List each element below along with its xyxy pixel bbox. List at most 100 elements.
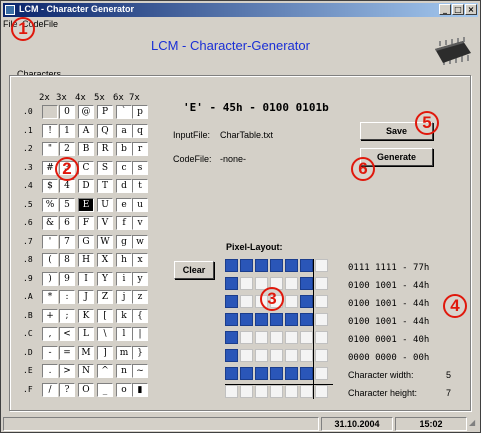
- char-cell[interactable]: |: [132, 327, 148, 341]
- char-cell[interactable]: e: [116, 197, 132, 212]
- char-cell[interactable]: x: [132, 253, 148, 267]
- char-cell[interactable]: @: [78, 105, 94, 119]
- pixel-cell[interactable]: [225, 367, 238, 380]
- char-cell[interactable]: ': [42, 234, 58, 249]
- pixel-cell[interactable]: [255, 313, 268, 326]
- char-cell[interactable]: `: [116, 105, 132, 119]
- char-cell[interactable]: 0: [59, 105, 75, 119]
- pixel-cell[interactable]: [300, 295, 313, 308]
- char-cell[interactable]: <: [59, 327, 75, 341]
- pixel-cell[interactable]: [315, 367, 328, 380]
- char-cell[interactable]: 6: [59, 216, 75, 230]
- char-cell[interactable]: ": [42, 142, 58, 156]
- pixel-grid[interactable]: [225, 259, 333, 401]
- pixel-cell[interactable]: [300, 331, 313, 344]
- char-cell[interactable]: Q: [97, 123, 113, 138]
- char-cell[interactable]: _: [97, 382, 113, 397]
- char-cell[interactable]: 2: [59, 142, 75, 156]
- pixel-cell[interactable]: [255, 331, 268, 344]
- pixel-cell[interactable]: [270, 367, 283, 380]
- char-cell[interactable]: G: [78, 234, 94, 249]
- char-cell[interactable]: 8: [59, 253, 75, 267]
- pixel-cell[interactable]: [240, 385, 253, 398]
- pixel-cell[interactable]: [255, 259, 268, 272]
- char-cell[interactable]: [: [97, 308, 113, 323]
- char-cell[interactable]: f: [116, 216, 132, 230]
- char-cell[interactable]: i: [116, 271, 132, 286]
- pixel-cell[interactable]: [255, 367, 268, 380]
- char-cell[interactable]: V: [97, 216, 113, 230]
- char-cell[interactable]: \: [97, 327, 113, 341]
- char-cell[interactable]: =: [59, 345, 75, 360]
- char-cell[interactable]: a: [116, 123, 132, 138]
- pixel-cell[interactable]: [300, 367, 313, 380]
- char-cell[interactable]: u: [132, 197, 148, 212]
- char-cell[interactable]: -: [42, 345, 58, 360]
- char-cell[interactable]: w: [132, 234, 148, 249]
- char-cell[interactable]: t: [132, 179, 148, 193]
- pixel-cell[interactable]: [240, 277, 253, 290]
- pixel-cell[interactable]: [285, 259, 298, 272]
- char-cell[interactable]: ▮: [132, 382, 148, 397]
- char-cell[interactable]: k: [116, 308, 132, 323]
- pixel-cell[interactable]: [300, 259, 313, 272]
- pixel-cell[interactable]: [225, 295, 238, 308]
- pixel-cell[interactable]: [285, 295, 298, 308]
- pixel-cell[interactable]: [285, 367, 298, 380]
- char-cell[interactable]: >: [59, 364, 75, 378]
- char-cell[interactable]: P: [97, 105, 113, 119]
- char-cell[interactable]: E: [78, 197, 94, 212]
- pixel-cell[interactable]: [315, 349, 328, 362]
- char-cell[interactable]: J: [78, 290, 94, 304]
- char-cell[interactable]: ,: [42, 327, 58, 341]
- pixel-cell[interactable]: [225, 313, 238, 326]
- pixel-cell[interactable]: [240, 331, 253, 344]
- char-cell[interactable]: Y: [97, 271, 113, 286]
- char-cell[interactable]: q: [132, 123, 148, 138]
- char-cell[interactable]: v: [132, 216, 148, 230]
- pixel-cell[interactable]: [300, 313, 313, 326]
- char-cell[interactable]: y: [132, 271, 148, 286]
- char-cell[interactable]: !: [42, 123, 58, 138]
- clear-button[interactable]: Clear: [174, 261, 214, 279]
- char-cell[interactable]: I: [78, 271, 94, 286]
- char-cell[interactable]: B: [78, 142, 94, 156]
- char-cell[interactable]: H: [78, 253, 94, 267]
- pixel-cell[interactable]: [285, 313, 298, 326]
- char-cell[interactable]: o: [116, 382, 132, 397]
- char-cell[interactable]: {: [132, 308, 148, 323]
- char-cell[interactable]: d: [116, 179, 132, 193]
- char-cell[interactable]: +: [42, 308, 58, 323]
- pixel-cell[interactable]: [225, 277, 238, 290]
- char-cell[interactable]: $: [42, 179, 58, 193]
- char-cell[interactable]: g: [116, 234, 132, 249]
- char-cell[interactable]: W: [97, 234, 113, 249]
- char-cell[interactable]: m: [116, 345, 132, 360]
- char-cell[interactable]: C: [78, 160, 94, 175]
- pixel-cell[interactable]: [270, 385, 283, 398]
- char-cell[interactable]: Z: [97, 290, 113, 304]
- pixel-cell[interactable]: [300, 277, 313, 290]
- char-cell[interactable]: n: [116, 364, 132, 378]
- pixel-cell[interactable]: [315, 331, 328, 344]
- char-cell[interactable]: b: [116, 142, 132, 156]
- char-cell[interactable]: ;: [59, 308, 75, 323]
- char-cell[interactable]: ]: [97, 345, 113, 360]
- char-cell[interactable]: p: [132, 105, 148, 119]
- pixel-cell[interactable]: [240, 367, 253, 380]
- pixel-cell[interactable]: [315, 295, 328, 308]
- char-cell[interactable]: ?: [59, 382, 75, 397]
- pixel-cell[interactable]: [270, 331, 283, 344]
- char-cell[interactable]: F: [78, 216, 94, 230]
- close-button[interactable]: ×: [465, 4, 477, 15]
- char-cell[interactable]: [42, 105, 58, 119]
- char-cell[interactable]: S: [97, 160, 113, 175]
- char-cell[interactable]: R: [97, 142, 113, 156]
- pixel-cell[interactable]: [270, 313, 283, 326]
- char-cell[interactable]: *: [42, 290, 58, 304]
- pixel-cell[interactable]: [315, 385, 328, 398]
- maximize-button[interactable]: □: [452, 4, 464, 15]
- char-cell[interactable]: ): [42, 271, 58, 286]
- char-cell[interactable]: 5: [59, 197, 75, 212]
- pixel-cell[interactable]: [255, 385, 268, 398]
